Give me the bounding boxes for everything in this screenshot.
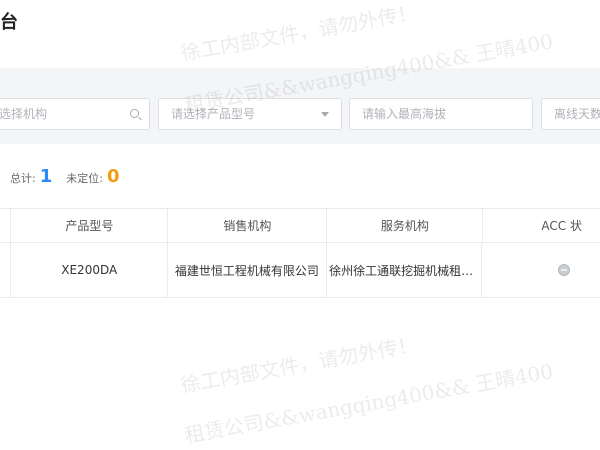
altitude-placeholder: 请输入最高海拔 <box>362 107 447 121</box>
table-header-row: 产品型号 销售机构 服务机构 ACC 状 <box>0 209 600 243</box>
offline-days-placeholder: 离线天数 <box>554 107 600 121</box>
watermark-line: 租赁公司&&wangqing400&& 王晴400 <box>182 359 555 448</box>
device-table: 产品型号 销售机构 服务机构 ACC 状 XE200DA 福建世恒工程机械有限公… <box>0 208 600 298</box>
total-count: 1 <box>39 166 53 187</box>
org-select-placeholder: 选择机构 <box>0 107 48 121</box>
table-header-cell-acc: ACC 状 <box>541 219 582 233</box>
table-cell-sales-org: 福建世恒工程机械有限公司 <box>168 243 327 297</box>
service-org-text: 徐州徐工通联挖掘机械租赁... <box>329 263 480 278</box>
table-row[interactable]: XE200DA 福建世恒工程机械有限公司 徐州徐工通联挖掘机械租赁... <box>0 243 600 298</box>
offline-days-input[interactable]: 离线天数 <box>541 98 600 130</box>
table-header-cell-model: 产品型号 <box>11 209 169 242</box>
model-select[interactable]: 请选择产品型号 <box>158 98 342 130</box>
caret-down-icon[interactable] <box>321 112 329 117</box>
model-select-placeholder: 请选择产品型号 <box>171 107 256 121</box>
altitude-input[interactable]: 请输入最高海拔 <box>349 98 533 130</box>
table-cell-checkbox <box>0 243 12 297</box>
watermark-line: 徐工内部文件，请勿外传！ <box>178 0 420 66</box>
unlocated-count: 0 <box>106 166 120 187</box>
unlocated-label: 未定位: <box>66 172 103 185</box>
page-title: 台 <box>0 12 18 33</box>
total-label: 总计: <box>10 172 36 185</box>
table-header-cell-service-org: 服务机构 <box>327 209 484 242</box>
watermark-line: 徐工内部文件，请勿外传！ <box>178 332 420 398</box>
search-icon[interactable] <box>130 109 139 118</box>
table-header-cell-checkbox <box>0 209 12 242</box>
page: 台 选择机构 请选择产品型号 请输入最高海拔 离线天数 总计: 1 未定位: 0… <box>0 0 600 450</box>
summary-bar: 总计: 1 未定位: 0 <box>10 166 120 188</box>
org-select-input[interactable]: 选择机构 <box>0 98 150 130</box>
acc-status-icon <box>558 264 571 276</box>
table-cell-model: XE200DA <box>11 243 169 297</box>
table-cell-acc <box>482 243 600 297</box>
table-cell-service-org: 徐州徐工通联挖掘机械租赁... <box>327 243 483 297</box>
table-header-cell-sales-org: 销售机构 <box>168 209 328 242</box>
